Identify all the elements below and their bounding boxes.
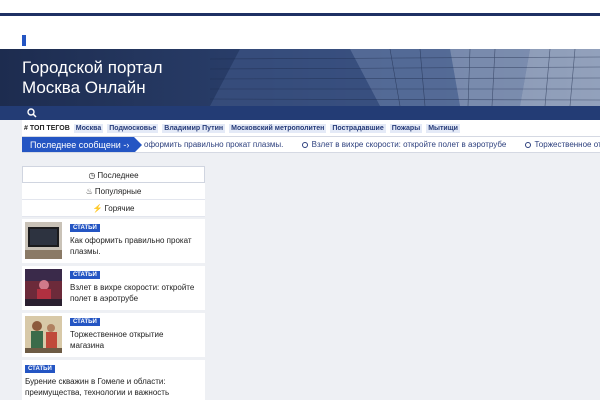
tag-putin[interactable]: Владимир Путин (162, 123, 226, 133)
category-badge[interactable]: СТАТЬИ (70, 318, 100, 326)
ticker-label-text: Последнее сообщени (30, 140, 121, 150)
tab-latest[interactable]: ◷ Последнее (22, 166, 205, 183)
tab-hot-label: Горячие (104, 204, 135, 213)
tag-mytishchi[interactable]: Мытищи (426, 123, 460, 133)
tag-fires[interactable]: Пожары (389, 123, 423, 133)
tab-latest-label: Последнее (97, 171, 139, 180)
ticker-items: оформить правильно прокат плазмы. Взлет … (144, 137, 600, 152)
top-tags-label: ТОП ТЕГОВ (29, 124, 70, 132)
top-bar (0, 0, 600, 16)
fire-icon: ♨ (85, 187, 93, 196)
site-title-line2: Москва Онлайн (22, 78, 146, 97)
site-title-line1: Городской портал (22, 58, 163, 77)
ticker-label: Последнее сообщени -› (22, 137, 142, 152)
arrow-right-icon: -› (120, 140, 130, 150)
posts-widget: ◷ Последнее ♨ Популярные ⚡ Горячие (22, 166, 205, 217)
post-title[interactable]: Торжественное открытие магазина (70, 329, 198, 351)
hash-icon: # (24, 124, 28, 132)
category-badge[interactable]: СТАТЬИ (70, 271, 100, 279)
tab-popular[interactable]: ♨ Популярные (22, 183, 205, 200)
skyscraper-image (209, 49, 600, 106)
post-title[interactable]: Взлет в вихре скорости: откройте полет в… (70, 282, 198, 304)
tag-moscow[interactable]: Москва (73, 123, 104, 133)
post-title[interactable]: Бурение скважин в Гомеле и области: преи… (25, 376, 200, 398)
category-badge[interactable]: СТАТЬИ (70, 224, 100, 232)
circle-arrow-icon (301, 142, 308, 148)
sub-bar (0, 16, 600, 49)
news-ticker: Последнее сообщени -› оформить правильно… (22, 136, 600, 153)
ticker-item[interactable]: оформить правильно прокат плазмы. (144, 140, 283, 149)
header-banner: Городской портал Москва Онлайн (0, 49, 600, 106)
post-thumbnail[interactable] (25, 222, 62, 259)
post-thumbnail[interactable] (25, 269, 62, 306)
tag-metro[interactable]: Московский метрополитен (229, 123, 327, 133)
tag-moscow-region[interactable]: Подмосковье (107, 123, 159, 133)
ticker-item[interactable]: Взлет в вихре скорости: откройте полет в… (301, 140, 507, 149)
circle-arrow-icon (524, 142, 531, 148)
top-tags-lead: # ТОП ТЕГОВ (24, 125, 70, 132)
post-title[interactable]: Как оформить правильно прокат плазмы. (70, 235, 198, 257)
post-thumbnail[interactable] (25, 316, 62, 353)
list-item[interactable]: СТАТЬИ Взлет в вихре скорости: откройте … (22, 266, 205, 310)
list-item[interactable]: СТАТЬИ Как оформить правильно прокат пла… (22, 219, 205, 263)
sub-bar-marker (22, 35, 26, 46)
bolt-icon: ⚡ (92, 204, 103, 213)
site-title[interactable]: Городской портал Москва Онлайн (22, 58, 163, 98)
ticker-item-text: Взлет в вихре скорости: откройте полет в… (311, 140, 507, 149)
list-item[interactable]: СТАТЬИ Торжественное открытие магазина (22, 313, 205, 357)
category-badge[interactable]: СТАТЬИ (25, 365, 55, 373)
ticker-item[interactable]: Торжественное откр (524, 140, 600, 149)
clock-icon: ◷ (88, 171, 96, 180)
list-item[interactable]: СТАТЬИ Бурение скважин в Гомеле и област… (22, 360, 205, 400)
ticker-item-text: Торжественное откр (534, 140, 600, 149)
top-tags-bar: # ТОП ТЕГОВ Москва Подмосковье Владимир … (22, 120, 600, 136)
nav-bar (0, 106, 600, 120)
tag-victims[interactable]: Пострадавшие (330, 123, 386, 133)
tab-hot[interactable]: ⚡ Горячие (22, 200, 205, 217)
search-icon[interactable] (27, 108, 37, 118)
tab-popular-label: Популярные (94, 187, 142, 196)
